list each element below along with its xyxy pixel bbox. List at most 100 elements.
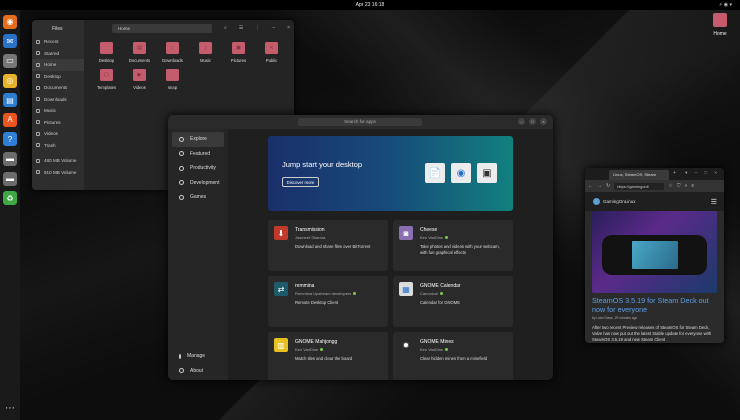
hamburger-icon[interactable]: ☰ [711, 198, 717, 206]
search-icon[interactable]: ⌕ [224, 25, 227, 31]
forward-icon[interactable]: → [597, 183, 602, 189]
files-grid: Desktop ▤ Documents ↓ Downloads ♪ Music ▣ Pictur… [90, 42, 290, 96]
dock-libreoffice-writer-icon[interactable]: ▤ [3, 93, 17, 108]
dock-drive-2-icon[interactable]: ▬ [3, 171, 17, 186]
new-tab-icon[interactable]: + [673, 170, 676, 176]
dock-help-icon[interactable]: ? [3, 132, 17, 147]
folder-item[interactable]: ▤ Documents [123, 42, 156, 69]
menu-icon[interactable]: ≡ [691, 183, 694, 189]
nav-about[interactable]: About [172, 364, 224, 379]
app-developer-name: Canonical [420, 291, 438, 296]
dock-rhythmbox-icon[interactable]: ◎ [3, 73, 17, 88]
article-hero-image[interactable] [592, 211, 717, 293]
nav-manage[interactable]: Manage [172, 349, 224, 364]
dock-firefox-icon[interactable]: ◉ [3, 14, 17, 29]
folder-item[interactable]: ↓ Downloads [156, 42, 189, 69]
reload-icon[interactable]: ↻ [606, 183, 610, 189]
place-icon [36, 108, 40, 113]
app-icon: ▦ [399, 282, 413, 296]
maximize-button[interactable]: □ [529, 118, 536, 125]
nav-icon [179, 165, 184, 171]
files-sidebar-item[interactable]: 910 MB Volume [32, 167, 84, 179]
folder-item[interactable]: ▣ Pictures [222, 42, 255, 69]
clock[interactable]: Apr 23 16:18 [356, 2, 385, 8]
dock-app-center-icon[interactable]: A [3, 112, 17, 127]
nav-explore[interactable]: Explore [172, 132, 224, 147]
site-logo-icon[interactable] [593, 198, 600, 205]
nav-games[interactable]: Games [172, 190, 224, 205]
place-icon [36, 97, 40, 102]
app-icon: ✹ [399, 338, 413, 352]
files-sidebar-item[interactable]: Home [32, 59, 84, 71]
show-apps-icon[interactable]: ⋯ [3, 402, 17, 416]
app-card[interactable]: ◙ Cheese Ken VanDine Take photos and videos… [393, 220, 513, 271]
close-icon[interactable]: × [287, 25, 290, 31]
browser-tab[interactable]: Linux, SteamOS, Steam [609, 170, 669, 180]
app-card[interactable]: ▦ GNOME Calendar Canonical Calendar for GNO… [393, 276, 513, 327]
app-card[interactable]: ▥ GNOME Mahjongg Ken VanDine Match tiles an… [268, 332, 388, 380]
bookmark-icon[interactable]: ☆ [668, 183, 672, 189]
files-sidebar-item[interactable]: Music [32, 105, 84, 117]
nav-icon [179, 151, 184, 157]
terminal-icon[interactable]: ▣ [477, 163, 497, 183]
files-sidebar-item[interactable]: 480 MB Volume [32, 155, 84, 167]
app-center-window: Search for apps – □ × Explore Featured Pro… [168, 115, 553, 380]
files-sidebar-item[interactable]: Videos [32, 128, 84, 140]
back-icon[interactable]: ← [588, 183, 593, 189]
menu-icon[interactable]: ⋮ [255, 25, 260, 31]
folder-item[interactable]: < Public [255, 42, 288, 69]
files-sidebar-item[interactable]: Recent [32, 36, 84, 48]
verified-badge-icon [445, 236, 449, 239]
thunderbird-icon[interactable]: ◉ [451, 163, 471, 183]
system-tray[interactable]: ⚡ ◉ ▾ [719, 2, 732, 8]
close-button[interactable]: × [540, 118, 547, 125]
overflow-icon[interactable]: » [684, 183, 687, 189]
folder-item[interactable]: snap [156, 69, 189, 96]
view-toggle-icon[interactable]: ☰ [239, 25, 243, 31]
folder-item[interactable]: Desktop [90, 42, 123, 69]
files-sidebar-label: Music [44, 108, 56, 114]
app-center-sidebar: Explore Featured Productivity Development Ga… [168, 129, 228, 380]
app-card[interactable]: ⇄ remmina Remmina Upstream developers Remot… [268, 276, 388, 327]
nav-productivity[interactable]: Productivity [172, 161, 224, 176]
dock-drive-1-icon[interactable]: ▬ [3, 151, 17, 166]
nav-development[interactable]: Development [172, 176, 224, 191]
files-sidebar-item[interactable]: Desktop [32, 71, 84, 83]
files-sidebar-item[interactable]: Pictures [32, 117, 84, 129]
window-controls[interactable]: ▾ – □ × [685, 170, 720, 176]
discover-more-button[interactable]: Discover more [282, 177, 319, 187]
extensions-icon[interactable]: ⛉ [677, 183, 681, 189]
folder-item[interactable]: ♪ Music [189, 42, 222, 69]
folder-item[interactable]: ▶ Videos [123, 69, 156, 96]
folder-label: Desktop [98, 58, 115, 63]
article-title[interactable]: SteamOS 3.5.19 for Steam Deck out now fo… [592, 296, 717, 314]
minimize-icon[interactable]: – [272, 25, 275, 31]
place-icon [36, 131, 40, 136]
folder-item[interactable]: ▢ Templates [90, 69, 123, 96]
place-icon [36, 39, 40, 44]
app-card[interactable]: ✹ GNOME Mines Ken VanDine Clear hidden mine… [393, 332, 513, 380]
files-sidebar-item[interactable]: Starred [32, 48, 84, 60]
desktop-home-icon[interactable]: Home [709, 13, 731, 37]
files-sidebar-item[interactable]: Trash [32, 140, 84, 152]
dock-thunderbird-icon[interactable]: ✉ [3, 34, 17, 49]
app-developer: Jasmeet Sharma [295, 235, 325, 240]
url-bar[interactable]: https://gamingonli [614, 182, 665, 190]
verified-badge-icon [320, 348, 324, 351]
app-card[interactable]: ⬇ Transmission Jasmeet Sharma Download and … [268, 220, 388, 271]
nav-icon [179, 194, 184, 200]
path-bar[interactable]: Home [112, 23, 212, 33]
minimize-button[interactable]: – [518, 118, 525, 125]
dock-trash-icon[interactable]: ♻ [3, 191, 17, 206]
app-search-input[interactable]: Search for apps [298, 118, 422, 126]
files-sidebar-label: Trash [44, 142, 56, 148]
folder-icon: ▶ [133, 69, 146, 81]
place-icon [36, 170, 40, 175]
dock-files-icon[interactable]: ▭ [3, 53, 17, 68]
app-icon: ⬇ [274, 226, 288, 240]
files-sidebar-item[interactable]: Downloads [32, 94, 84, 106]
text-editor-icon[interactable]: 📄 [425, 163, 445, 183]
site-name[interactable]: GamingOnLinux [603, 199, 636, 204]
nav-featured[interactable]: Featured [172, 147, 224, 162]
files-sidebar-item[interactable]: Documents [32, 82, 84, 94]
